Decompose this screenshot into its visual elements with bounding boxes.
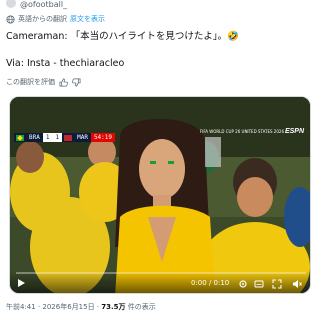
- team-away: MAR: [77, 134, 88, 141]
- fullscreen-icon[interactable]: [272, 279, 282, 289]
- broadcaster-logo: ESPN: [284, 128, 304, 135]
- globe-icon: [6, 14, 15, 24]
- thumbs-up-icon[interactable]: [59, 78, 68, 87]
- show-original-link[interactable]: 原文を表示: [70, 14, 105, 24]
- match-clock: 54:19: [90, 133, 115, 142]
- user-handle[interactable]: @ofootball_: [20, 0, 67, 9]
- time-display: 0:00 / 0:10: [191, 279, 230, 287]
- tweet-via-text: Via: Insta - thechiaracleo: [6, 58, 125, 69]
- score-home: 1: [42, 133, 53, 142]
- views-suffix: 件の表示: [125, 303, 156, 311]
- tweet-meta: 午前4:41 · 2026年6月15日 · 73.5万 件の表示: [6, 302, 156, 312]
- timestamp[interactable]: 午前4:41 · 2026年6月15日 ·: [6, 303, 101, 311]
- rate-translation-label: この翻訳を評価: [6, 78, 55, 86]
- handle-row: @ofootball_: [6, 0, 67, 12]
- video-frame: [10, 97, 310, 293]
- morocco-flag-icon: [64, 134, 73, 141]
- video-controls: 0:00 / 0:10: [10, 271, 310, 293]
- scorebug: BRA 1 1 MAR 54:19: [14, 133, 115, 142]
- play-icon[interactable]: [16, 278, 26, 288]
- volume-icon[interactable]: [292, 279, 302, 289]
- score-away: 1: [52, 133, 63, 142]
- team-home: BRA: [29, 134, 40, 141]
- progress-bar[interactable]: [16, 272, 306, 274]
- video-player[interactable]: BRA 1 1 MAR 54:19 FIFA WORLD CUP 26 UNIT…: [9, 96, 311, 294]
- translation-label: 英語からの翻訳: [18, 15, 67, 23]
- tweet-text: Cameraman: 「本当のハイライトを見つけたよ」。🤣: [6, 31, 239, 42]
- views-count: 73.5万: [101, 303, 126, 311]
- brazil-flag-icon: [16, 134, 24, 141]
- settings-icon[interactable]: [238, 279, 248, 289]
- captions-icon[interactable]: [254, 279, 264, 289]
- translation-row: 英語からの翻訳 原文を表示: [6, 14, 105, 24]
- avatar[interactable]: [6, 0, 16, 8]
- event-logo: FIFA WORLD CUP 26 UNITED STATES 2026: [199, 129, 284, 134]
- thumbs-down-icon[interactable]: [72, 78, 81, 87]
- rate-translation-row: この翻訳を評価: [6, 77, 81, 87]
